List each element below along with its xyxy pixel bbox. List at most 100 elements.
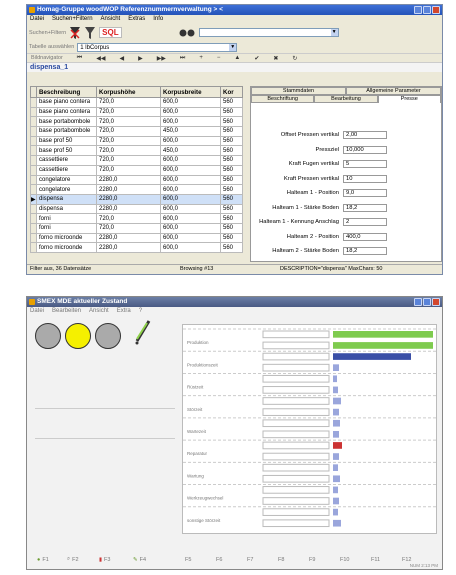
table-cell[interactable]: 560 <box>220 184 243 195</box>
funnel-icon[interactable] <box>84 26 96 40</box>
edit-record-icon[interactable]: ▲ <box>234 55 240 61</box>
table-row[interactable]: base prof 50 720,0 600,0 560 <box>30 135 243 147</box>
table-row[interactable]: base piano contera 720,0 600,0 560 <box>30 106 243 118</box>
next-record-icon[interactable]: ▶ <box>138 55 143 62</box>
minimize-button[interactable] <box>414 6 422 14</box>
prev-page-icon[interactable]: ◀◀ <box>96 55 105 62</box>
tab-stammdaten[interactable]: Stammdaten <box>251 87 346 95</box>
table-cell[interactable]: 2280,0 <box>96 193 161 205</box>
table-cell[interactable]: 600,0 <box>160 213 221 224</box>
table-cell[interactable]: 600,0 <box>160 203 221 215</box>
table-cell[interactable]: 560 <box>220 193 243 205</box>
table-cell[interactable]: congelatore <box>36 174 97 186</box>
first-record-icon[interactable]: ⏮ <box>77 55 82 62</box>
table-cell[interactable]: congelatore <box>36 184 97 195</box>
property-value[interactable]: 2 <box>343 218 387 226</box>
table-cell[interactable]: base prof 50 <box>36 145 97 157</box>
table-cell[interactable]: 560 <box>220 164 243 176</box>
table-cell[interactable]: forno microonde <box>36 232 97 244</box>
table-cell[interactable]: 600,0 <box>160 174 221 186</box>
table-cell[interactable]: 720,0 <box>96 97 161 108</box>
table-cell[interactable]: 720,0 <box>96 126 161 137</box>
table-cell[interactable]: 600,0 <box>160 97 221 108</box>
table-row[interactable]: forni 720,0 600,0 560 <box>30 222 243 234</box>
table-cell[interactable]: 720,0 <box>96 222 161 234</box>
table-cell[interactable]: base piano contera <box>36 97 97 108</box>
table-cell[interactable]: 600,0 <box>160 116 221 128</box>
table-cell[interactable]: 600,0 <box>160 164 221 176</box>
tab-bearbeitung[interactable]: Bearbeitung <box>314 95 378 103</box>
menu-ansicht[interactable]: Ansicht <box>89 307 109 316</box>
table-cell[interactable]: 600,0 <box>160 184 221 195</box>
f8-button[interactable]: F8 <box>278 557 284 563</box>
table-cell[interactable]: 450,0 <box>160 126 221 137</box>
table-cell[interactable]: forni <box>36 213 97 224</box>
table-cell[interactable]: forni <box>36 222 97 234</box>
table-cell[interactable]: 2280,0 <box>96 242 161 253</box>
table-cell[interactable]: 720,0 <box>96 135 161 147</box>
menu-help[interactable]: ? <box>139 307 142 316</box>
table-cell[interactable]: 560 <box>220 155 243 166</box>
table-cell[interactable]: 600,0 <box>160 222 221 234</box>
maximize-button[interactable] <box>423 6 431 14</box>
table-row[interactable]: forno microonde 2280,0 600,0 560 <box>30 242 243 253</box>
property-value[interactable]: 400,0 <box>343 232 387 241</box>
property-value[interactable]: 5 <box>343 160 387 168</box>
property-value[interactable]: 10,000 <box>343 145 387 154</box>
tab-beschriftung[interactable]: Beschriftung <box>251 95 315 103</box>
property-value[interactable]: 10 <box>343 174 387 183</box>
f6-button[interactable]: F6 <box>216 557 222 563</box>
chevron-down-icon[interactable]: ▼ <box>229 43 237 51</box>
table-cell[interactable]: 560 <box>220 145 243 157</box>
table-cell[interactable]: 450,0 <box>160 145 221 157</box>
row-marker[interactable]: ▶ <box>30 193 37 205</box>
table-cell[interactable]: 560 <box>220 97 243 108</box>
add-record-icon[interactable]: + <box>199 55 203 61</box>
table-cell[interactable]: 2280,0 <box>96 174 161 186</box>
tab-allgemeine-parameter[interactable]: Allgemeine Parameter <box>346 87 441 95</box>
table-cell[interactable]: dispensa <box>36 203 97 215</box>
table-cell[interactable]: 600,0 <box>160 193 221 205</box>
refresh-icon[interactable]: ↻ <box>292 55 297 62</box>
table-row[interactable]: forni 720,0 600,0 560 <box>30 213 243 224</box>
menu-extras[interactable]: Extras <box>128 15 145 24</box>
table-cell[interactable]: 560 <box>220 232 243 244</box>
table-cell[interactable]: 720,0 <box>96 213 161 224</box>
sql-button[interactable]: SQL <box>99 27 122 38</box>
cancel-record-icon[interactable]: ✖ <box>273 55 278 62</box>
property-value[interactable]: 18,2 <box>343 247 387 255</box>
tab-presse[interactable]: Presse <box>377 95 441 103</box>
f3-button[interactable]: ▮ F3 <box>99 557 110 563</box>
menu-extra[interactable]: Extra <box>117 307 131 316</box>
table-row[interactable]: cassettiere 720,0 600,0 560 <box>30 155 243 166</box>
table-cell[interactable]: 720,0 <box>96 106 161 118</box>
table-cell[interactable]: 2280,0 <box>96 203 161 215</box>
table-cell[interactable]: 2280,0 <box>96 184 161 195</box>
table-row[interactable]: base prof 50 720,0 450,0 560 <box>30 145 243 157</box>
table-cell[interactable]: cassettiere <box>36 155 97 166</box>
f4-button[interactable]: ✎ F4 <box>133 557 146 563</box>
table-cell[interactable]: 720,0 <box>96 155 161 166</box>
table-cell[interactable]: 2280,0 <box>96 232 161 244</box>
f1-button[interactable]: ● F1 <box>37 557 49 563</box>
table-row[interactable]: ▶ dispensa 2280,0 600,0 560 <box>30 193 243 205</box>
table-row[interactable]: congelatore 2280,0 600,0 560 <box>30 184 243 195</box>
col-header[interactable]: Beschreibung <box>36 86 97 98</box>
delete-record-icon[interactable]: − <box>217 55 221 61</box>
next-page-icon[interactable]: ▶▶ <box>157 55 166 62</box>
menu-datei[interactable]: Datei <box>30 307 44 316</box>
table-cell[interactable]: forno microonde <box>36 242 97 253</box>
col-header[interactable]: Kor <box>220 86 243 98</box>
table-cell[interactable]: 560 <box>220 213 243 224</box>
table-cell[interactable]: 560 <box>220 203 243 215</box>
f11-button[interactable]: F11 <box>371 557 380 563</box>
table-cell[interactable]: base prof 50 <box>36 135 97 147</box>
table-cell[interactable]: 600,0 <box>160 106 221 118</box>
post-record-icon[interactable]: ✔ <box>254 55 259 62</box>
menu-bearbeiten[interactable]: Bearbeiten <box>52 307 81 316</box>
table-cell[interactable]: 600,0 <box>160 155 221 166</box>
table-cell[interactable]: base piano contera <box>36 106 97 118</box>
table-cell[interactable]: 600,0 <box>160 242 221 253</box>
table-cell[interactable]: 720,0 <box>96 116 161 128</box>
table-cell[interactable]: base portabombole <box>36 126 97 137</box>
